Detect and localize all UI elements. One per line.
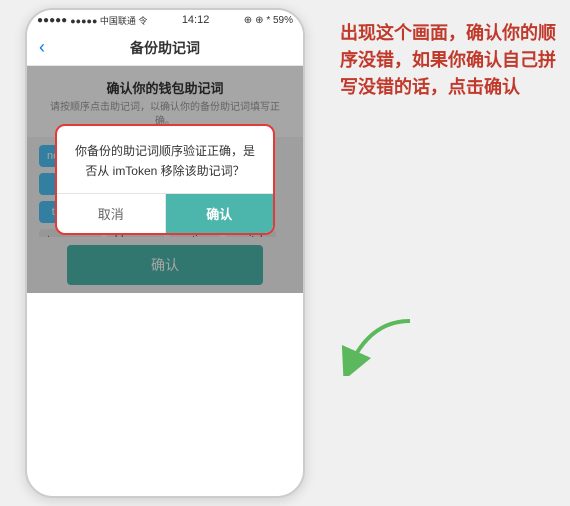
- status-bar: ●●●●● ●●●●● 中国联通 令 14:12 ⊕ ⊕ * 59%: [27, 10, 303, 30]
- nav-title: 备份助记词: [130, 38, 200, 58]
- dialog-buttons: 取消 确认: [57, 193, 273, 233]
- time: 14:12: [182, 14, 210, 26]
- screen-content: 确认你的钱包助记词 请按顺序点击助记词，以确认你的备份助记词填写正确。 neph…: [27, 66, 303, 293]
- dialog-message: 你备份的助记词顺序验证正确，是否从 imToken 移除该助记词？: [73, 142, 257, 180]
- phone: ●●●●● ●●●●● 中国联通 令 14:12 ⊕ ⊕ * 59% ‹ 备份助…: [25, 8, 305, 498]
- arrow-container: [340, 316, 400, 376]
- back-button[interactable]: ‹: [39, 37, 45, 58]
- dialog-cancel-button[interactable]: 取消: [57, 194, 166, 233]
- annotation-section: 出现这个画面，确认你的顺序没错，如果你确认自己拼写没错的话，点击确认: [330, 0, 570, 506]
- annotation-text: 出现这个画面，确认你的顺序没错，如果你确认自己拼写没错的话，点击确认: [340, 20, 560, 101]
- phone-wrapper: ●●●●● ●●●●● 中国联通 令 14:12 ⊕ ⊕ * 59% ‹ 备份助…: [0, 0, 330, 506]
- carrier: ●●●●● 中国联通 令: [70, 14, 147, 27]
- dialog-box: 你备份的助记词顺序验证正确，是否从 imToken 移除该助记词？ 取消 确认: [55, 124, 275, 234]
- battery-icon: ⊕ * 59%: [255, 15, 293, 26]
- nav-bar: ‹ 备份助记词: [27, 30, 303, 66]
- signal-dots: ●●●●●: [37, 15, 67, 26]
- dialog-overlay: 你备份的助记词顺序验证正确，是否从 imToken 移除该助记词？ 取消 确认: [27, 66, 303, 293]
- bluetooth-icon: ⊕: [244, 15, 252, 26]
- status-right: ⊕ ⊕ * 59%: [244, 15, 293, 26]
- dialog-content: 你备份的助记词顺序验证正确，是否从 imToken 移除该助记词？: [57, 126, 273, 192]
- arrow-icon: [340, 316, 420, 376]
- status-left: ●●●●● ●●●●● 中国联通 令: [37, 14, 147, 27]
- dialog-confirm-button[interactable]: 确认: [166, 194, 274, 233]
